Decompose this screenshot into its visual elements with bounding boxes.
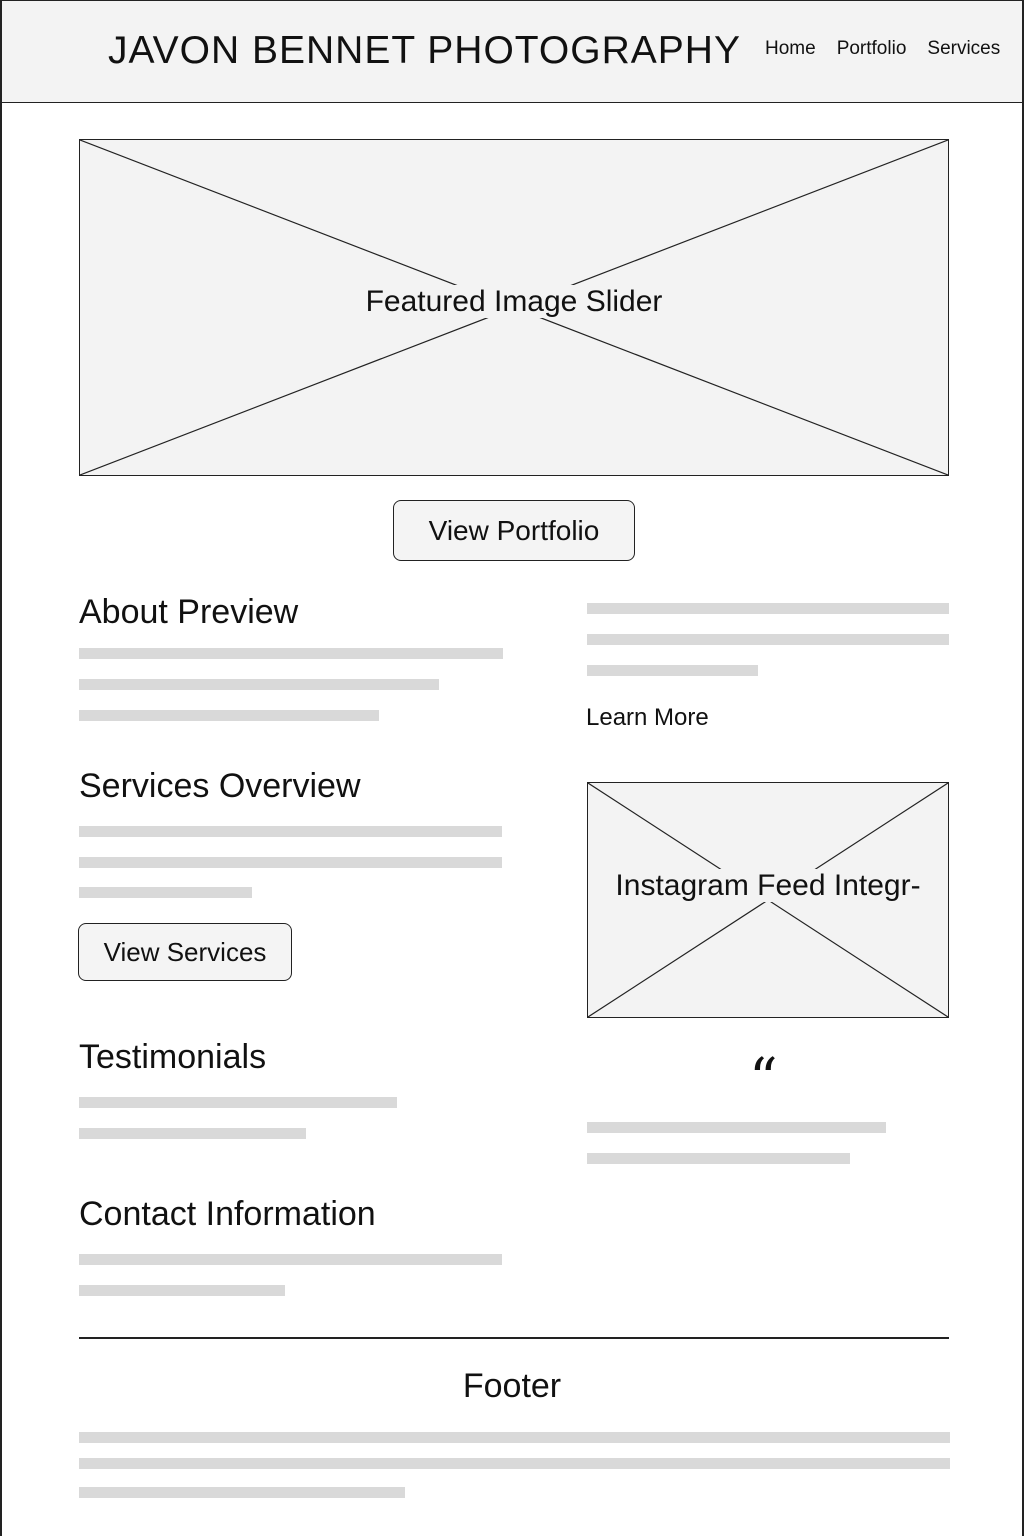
nav-link-home[interactable]: Home xyxy=(765,38,816,60)
text-line xyxy=(587,603,949,614)
footer-title: Footer xyxy=(462,1367,562,1405)
nav-link-services[interactable]: Services xyxy=(927,38,1000,60)
text-line xyxy=(79,1432,950,1443)
quote-icon: “ xyxy=(749,1047,778,1112)
text-line xyxy=(79,826,502,837)
text-line xyxy=(79,1458,950,1469)
text-line xyxy=(587,1153,850,1164)
contact-information-heading: Contact Information xyxy=(79,1195,376,1233)
featured-image-slider[interactable]: Featured Image Slider xyxy=(79,139,949,476)
text-line xyxy=(79,1487,405,1498)
services-overview-heading: Services Overview xyxy=(79,767,361,805)
text-line xyxy=(79,679,439,690)
text-line xyxy=(79,1097,397,1108)
instagram-feed-placeholder[interactable]: Instagram Feed Integr- xyxy=(587,782,949,1018)
about-preview-heading: About Preview xyxy=(79,593,299,631)
nav-link-portfolio[interactable]: Portfolio xyxy=(837,38,907,60)
view-portfolio-button[interactable]: View Portfolio xyxy=(393,500,635,561)
text-line xyxy=(79,710,379,721)
slider-label: Featured Image Slider xyxy=(359,285,669,318)
testimonials-heading: Testimonials xyxy=(79,1038,267,1076)
site-header: JAVON BENNET PHOTOGRAPHY Home Portfolio … xyxy=(2,0,1022,103)
text-line xyxy=(79,1128,306,1139)
text-line xyxy=(79,648,503,659)
instagram-label: Instagram Feed Integr- xyxy=(611,869,925,902)
text-line xyxy=(79,1285,285,1296)
text-line xyxy=(587,665,758,676)
text-line xyxy=(587,634,949,645)
learn-more-link[interactable]: Learn More xyxy=(586,704,709,732)
site-title[interactable]: JAVON BENNET PHOTOGRAPHY xyxy=(108,29,741,73)
main-nav: Home Portfolio Services xyxy=(765,38,1000,60)
text-line xyxy=(79,1254,502,1265)
text-line xyxy=(587,1122,886,1133)
text-line xyxy=(79,857,502,868)
text-line xyxy=(79,887,252,898)
view-services-button[interactable]: View Services xyxy=(78,923,292,981)
footer-divider xyxy=(79,1337,949,1339)
